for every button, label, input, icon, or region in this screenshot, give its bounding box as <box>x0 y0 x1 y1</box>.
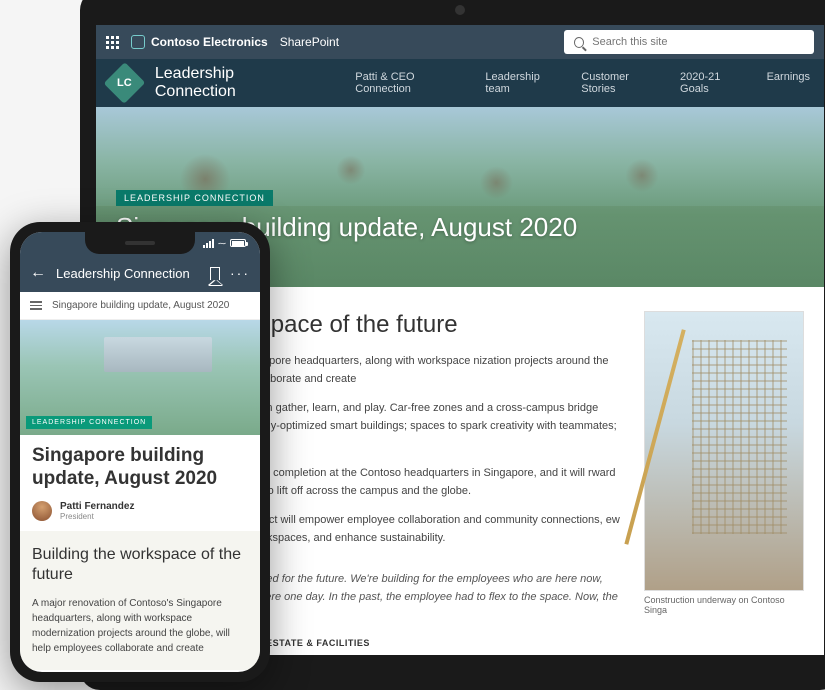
signal-icon <box>203 239 214 248</box>
phone-body-heading: Building the workspace of the future <box>32 545 248 587</box>
nav-item-goals[interactable]: 2020-21 Goals <box>680 71 749 95</box>
phone-notch <box>85 232 195 254</box>
phone-author-block: Patti Fernandez President <box>32 501 248 521</box>
phone-article-title: Singapore building update, August 2020 <box>32 445 248 491</box>
brand-icon <box>131 35 145 49</box>
brand[interactable]: Contoso Electronics <box>131 35 268 49</box>
phone-hero-image: LEADERSHIP CONNECTION <box>20 320 260 435</box>
image-caption: Construction underway on Contoso Singa <box>644 595 804 615</box>
nav-item-patti[interactable]: Patti & CEO Connection <box>355 71 467 95</box>
phone-header-title: Leadership Connection <box>56 266 200 281</box>
site-nav: Patti & CEO Connection Leadership team C… <box>355 71 810 95</box>
author-avatar <box>32 501 52 521</box>
hero-category-tag: LEADERSHIP CONNECTION <box>116 190 273 206</box>
more-menu-icon[interactable]: ··· <box>230 265 250 281</box>
construction-image <box>644 311 804 591</box>
phone-screen: ⁓ ← Leadership Connection ··· Singapore … <box>20 232 260 672</box>
phone-device: ⁓ ← Leadership Connection ··· Singapore … <box>10 222 270 682</box>
hamburger-icon[interactable] <box>30 301 42 310</box>
nav-item-leadership[interactable]: Leadership team <box>485 71 563 95</box>
suite-bar: Contoso Electronics SharePoint <box>96 25 824 59</box>
search-input[interactable] <box>592 36 804 48</box>
wifi-icon: ⁓ <box>218 239 226 248</box>
phone-app-header: ← Leadership Connection ··· <box>20 254 260 292</box>
author-role: President <box>60 512 134 521</box>
phone-body-text: A major renovation of Contoso's Singapor… <box>32 596 248 656</box>
phone-article-body: Building the workspace of the future A m… <box>20 531 260 671</box>
phone-breadcrumb: Singapore building update, August 2020 <box>52 300 229 311</box>
phone-article: Singapore building update, August 2020 P… <box>20 435 260 672</box>
nav-item-earnings[interactable]: Earnings <box>767 71 810 95</box>
search-icon <box>574 37 584 48</box>
nav-item-stories[interactable]: Customer Stories <box>581 71 662 95</box>
back-button[interactable]: ← <box>30 264 46 282</box>
phone-subheader: Singapore building update, August 2020 <box>20 292 260 320</box>
phone-hero-tag: LEADERSHIP CONNECTION <box>26 416 152 429</box>
author-name: Patti Fernandez <box>60 501 134 512</box>
battery-icon <box>230 239 246 247</box>
article-aside: Construction underway on Contoso Singa <box>644 311 804 655</box>
search-box[interactable] <box>564 30 814 54</box>
site-header: LC Leadership Connection Patti & CEO Con… <box>96 59 824 107</box>
product-name[interactable]: SharePoint <box>280 35 339 49</box>
tablet-camera <box>455 5 465 15</box>
site-title[interactable]: Leadership Connection <box>155 65 313 101</box>
site-logo[interactable]: LC <box>104 62 146 104</box>
bookmark-icon[interactable] <box>210 267 220 280</box>
brand-text: Contoso Electronics <box>151 35 268 49</box>
app-launcher-icon[interactable] <box>106 36 119 49</box>
